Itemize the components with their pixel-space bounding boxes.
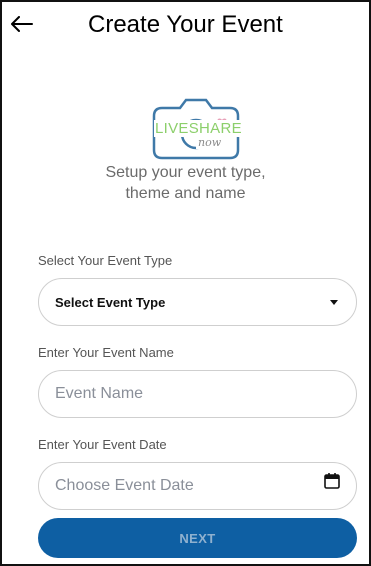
- event-date-label: Enter Your Event Date: [38, 437, 167, 452]
- top-bar: Create Your Event: [2, 2, 369, 50]
- calendar-icon[interactable]: [323, 472, 341, 490]
- page-title: Create Your Event: [88, 11, 283, 38]
- event-name-input[interactable]: Event Name: [38, 370, 357, 418]
- logo-subtext: now: [196, 136, 224, 149]
- logo-wordmark: LIVESHARE: [154, 120, 243, 137]
- intro-line-1: Setup your event type,: [105, 164, 266, 181]
- event-type-value: Select Event Type: [55, 294, 166, 310]
- dropdown-caret-icon: [330, 300, 338, 305]
- back-button[interactable]: [8, 10, 36, 38]
- intro-text: Setup your event type, theme and name: [2, 162, 369, 204]
- event-type-label: Select Your Event Type: [38, 253, 173, 268]
- next-button-label: NEXT: [179, 530, 216, 546]
- app-frame: Create Your Event LIVESHARE now Setup yo…: [0, 0, 371, 566]
- liveshare-logo: LIVESHARE now: [150, 98, 243, 160]
- event-date-placeholder: Choose Event Date: [55, 477, 194, 494]
- event-date-input[interactable]: Choose Event Date: [38, 462, 357, 510]
- arrow-left-icon: [11, 16, 33, 32]
- event-name-placeholder: Event Name: [55, 385, 144, 402]
- intro-line-2: theme and name: [125, 185, 246, 202]
- event-type-select[interactable]: Select Event Type: [38, 278, 357, 326]
- event-name-label: Enter Your Event Name: [38, 345, 174, 360]
- next-button[interactable]: NEXT: [38, 518, 357, 558]
